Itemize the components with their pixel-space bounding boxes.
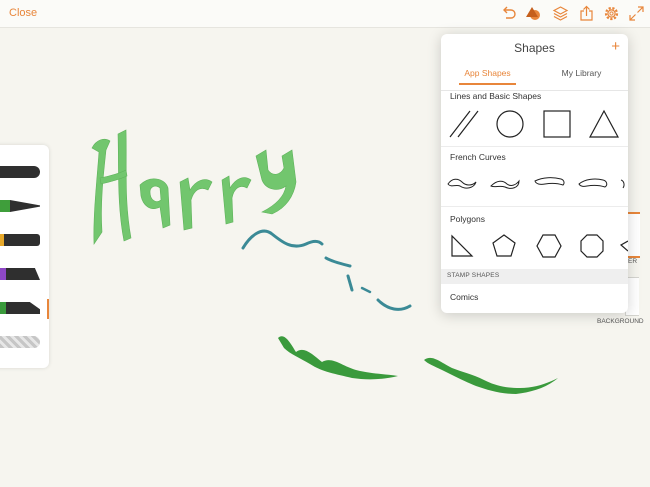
pentagon-icon[interactable]	[491, 233, 517, 259]
french-curve-1-icon[interactable]	[446, 176, 478, 192]
teal-stroke-segment	[346, 274, 354, 292]
section-title-basic: Lines and Basic Shapes	[450, 91, 542, 101]
lines-icon[interactable]	[448, 109, 480, 139]
triangle-icon[interactable]	[588, 109, 620, 139]
polygon-partial-icon[interactable]	[619, 233, 628, 259]
green-stroke	[424, 357, 558, 394]
shapes-icon[interactable]	[525, 5, 542, 22]
teal-stroke-segment	[376, 298, 412, 311]
circle-icon[interactable]	[495, 109, 525, 139]
panel-title: Shapes	[514, 41, 555, 55]
right-triangle-icon[interactable]	[449, 233, 475, 259]
stamp-shapes-label: STAMP SHAPES	[447, 272, 500, 279]
divider	[441, 206, 628, 207]
shapes-panel: Shapes + App Shapes My Library Lines and…	[441, 34, 628, 313]
add-shape-button[interactable]: +	[611, 38, 620, 55]
brush-toolbox	[0, 145, 49, 368]
fullscreen-icon[interactable]	[628, 5, 645, 22]
french-curve-2-icon[interactable]	[489, 176, 521, 192]
divider	[441, 146, 628, 147]
square-icon[interactable]	[542, 109, 572, 139]
close-button[interactable]: Close	[9, 7, 37, 19]
teal-stroke-segment	[360, 286, 372, 294]
french-curve-4-icon[interactable]	[577, 176, 609, 192]
section-title-comics: Comics	[450, 292, 479, 302]
top-bar: Close	[0, 0, 650, 28]
stamp-shapes-header: STAMP SHAPES	[441, 269, 628, 284]
french-curve-3-icon[interactable]	[533, 175, 567, 191]
settings-icon[interactable]	[603, 5, 620, 22]
teal-stroke-segment	[324, 256, 352, 268]
tab-app-shapes[interactable]: App Shapes	[441, 68, 534, 85]
layers-icon[interactable]	[552, 5, 569, 22]
green-stroke	[278, 336, 398, 380]
shapes-tabs: App Shapes My Library	[441, 62, 628, 91]
handwritten-text	[91, 129, 297, 245]
tab-my-library[interactable]: My Library	[535, 68, 628, 85]
active-brush-indicator	[47, 299, 49, 319]
background-label: BACKGROUND	[597, 318, 644, 325]
section-title-polygons: Polygons	[450, 214, 485, 224]
share-icon[interactable]	[578, 5, 595, 22]
teal-stroke	[241, 229, 324, 250]
french-curve-5-icon[interactable]	[619, 176, 628, 192]
octagon-icon[interactable]	[579, 233, 605, 259]
layer-label: ER	[628, 258, 638, 265]
section-title-french: French Curves	[450, 152, 506, 162]
hexagon-icon[interactable]	[535, 233, 563, 259]
undo-icon[interactable]	[500, 5, 517, 22]
